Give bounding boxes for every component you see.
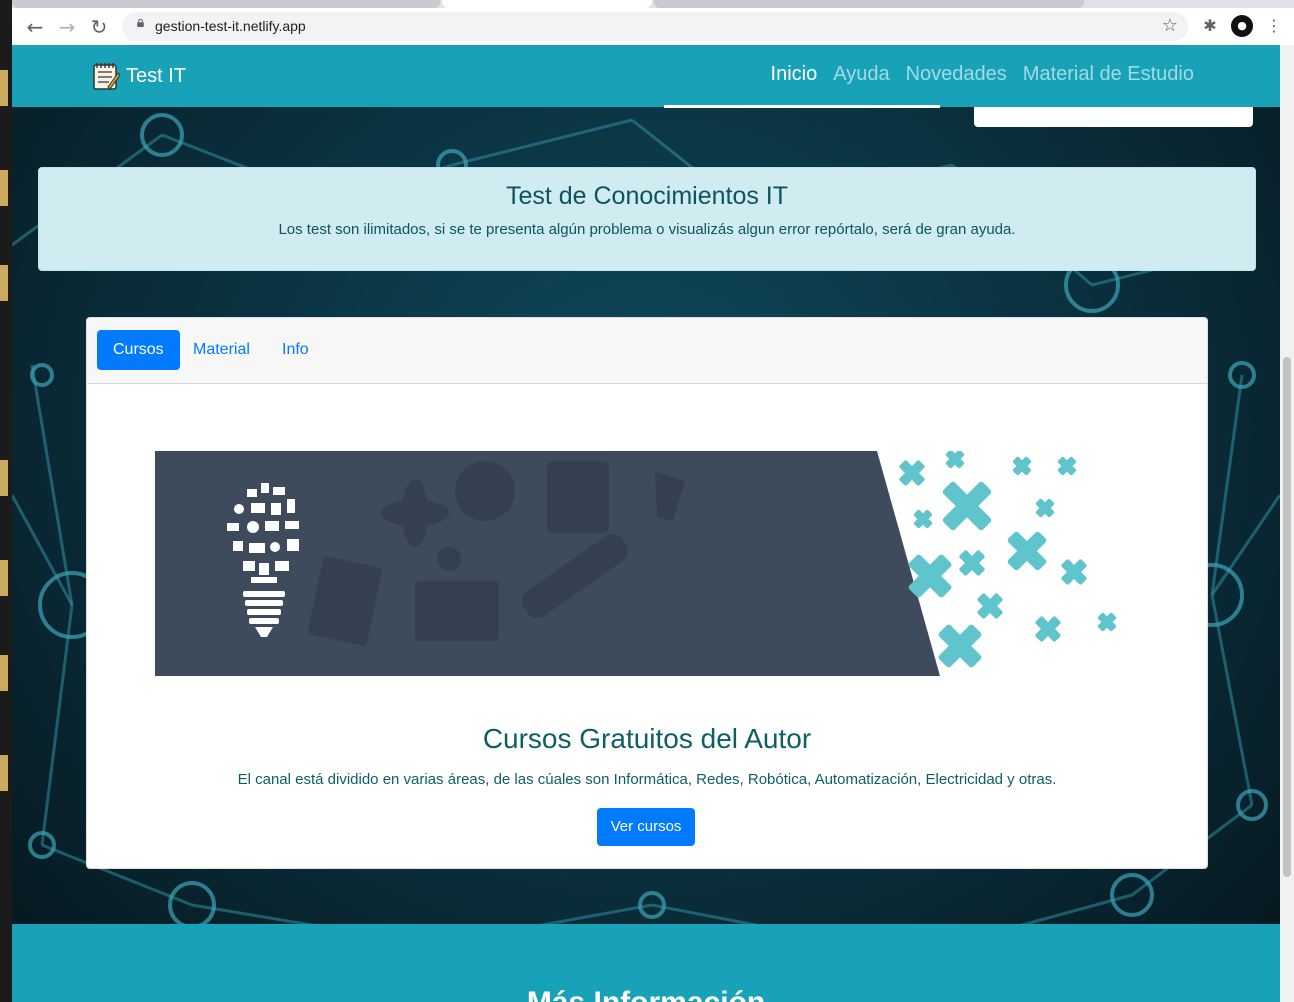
alert-text: Los test son ilimitados, si se te presen… bbox=[278, 221, 1016, 238]
dropdown-panel-edge bbox=[974, 107, 1253, 127]
nav-link-inicio[interactable]: Inicio bbox=[771, 63, 818, 86]
desktop-icon bbox=[0, 655, 8, 691]
alert-title: Test de Conocimientos IT bbox=[505, 182, 789, 210]
desktop-icon bbox=[0, 460, 8, 496]
info-alert: Test de Conocimientos IT Los test son il… bbox=[38, 167, 1256, 271]
tab-info[interactable]: Info bbox=[266, 330, 325, 370]
card-text: El canal está dividido en varias áreas, … bbox=[237, 771, 1057, 788]
nav-link-material-de-estudio[interactable]: Material de Estudio bbox=[1023, 63, 1194, 86]
desktop-icon bbox=[0, 560, 8, 596]
dropdown-edge bbox=[664, 105, 940, 108]
desktop-icon bbox=[0, 755, 8, 791]
browser-menu-icon[interactable]: ⋮ bbox=[1262, 14, 1286, 38]
browser-tabstrip bbox=[12, 0, 1294, 8]
browser-tab-active[interactable] bbox=[442, 0, 652, 8]
desktop-strip bbox=[0, 0, 12, 1002]
browser-toolbar: ← → ↻ gestion-test-it.netlify.app ☆ ✱ ● … bbox=[12, 8, 1294, 46]
footer-title: Más Información bbox=[12, 986, 1280, 1002]
card-title: Cursos Gratuitos del Autor bbox=[482, 723, 812, 754]
nav-links: Inicio Ayuda Novedades Material de Estud… bbox=[771, 63, 1194, 86]
lock-icon bbox=[137, 19, 144, 27]
back-arrow-icon[interactable]: ← bbox=[22, 14, 48, 40]
bookmark-star-icon[interactable]: ☆ bbox=[1162, 15, 1178, 36]
page-viewport: Test IT Inicio Ayuda Novedades Material … bbox=[12, 45, 1280, 1002]
profile-avatar[interactable]: ● bbox=[1231, 15, 1253, 37]
desktop-icon bbox=[0, 265, 8, 301]
nav-link-novedades[interactable]: Novedades bbox=[906, 63, 1007, 86]
address-bar[interactable]: gestion-test-it.netlify.app ☆ bbox=[122, 12, 1188, 41]
desktop-icon bbox=[0, 70, 8, 106]
content-card: Cursos Material Info Cursos Gratuitos de… bbox=[86, 317, 1208, 869]
forward-arrow-icon[interactable]: → bbox=[54, 14, 80, 40]
tab-cursos[interactable]: Cursos bbox=[97, 330, 180, 370]
footer-section: Más Información bbox=[12, 924, 1280, 1002]
top-navbar: Test IT Inicio Ayuda Novedades Material … bbox=[12, 45, 1280, 107]
extensions-icon[interactable]: ✱ bbox=[1198, 14, 1222, 38]
url-text: gestion-test-it.netlify.app bbox=[155, 18, 306, 34]
courses-banner-image bbox=[155, 451, 1117, 676]
nav-link-ayuda[interactable]: Ayuda bbox=[833, 63, 889, 86]
browser-tab[interactable] bbox=[12, 0, 440, 8]
ver-cursos-button[interactable]: Ver cursos bbox=[597, 808, 695, 846]
scrollbar-thumb[interactable] bbox=[1283, 357, 1291, 877]
reload-icon[interactable]: ↻ bbox=[86, 14, 112, 40]
brand-name: Test IT bbox=[126, 64, 187, 87]
brand-link[interactable]: Test IT bbox=[92, 61, 186, 91]
desktop-icon bbox=[0, 170, 8, 206]
card-tabs: Cursos Material Info bbox=[87, 318, 1207, 384]
notepad-logo-icon bbox=[93, 63, 120, 90]
tab-material[interactable]: Material bbox=[177, 330, 266, 370]
browser-tab[interactable] bbox=[654, 0, 1084, 8]
page-scrollbar[interactable] bbox=[1280, 45, 1294, 1002]
